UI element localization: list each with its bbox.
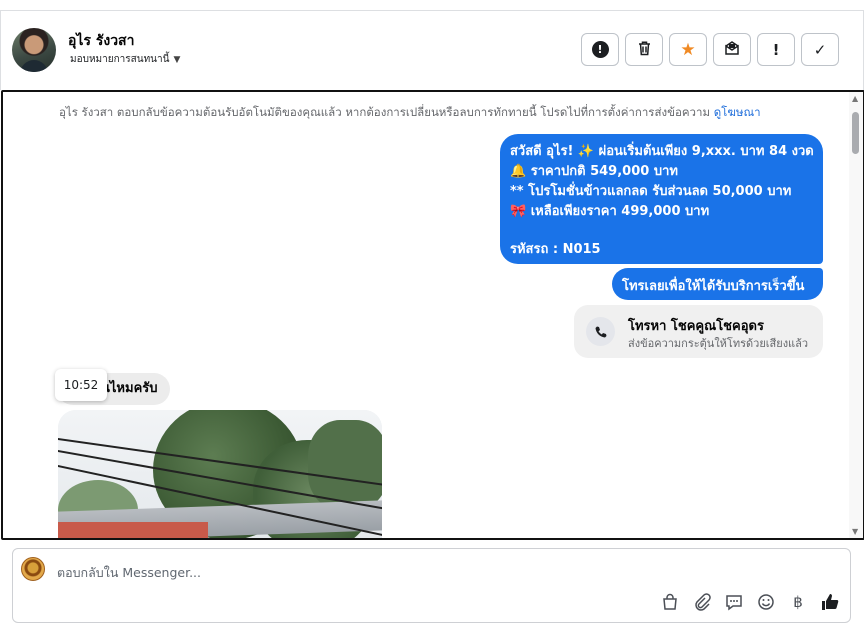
saved-reply-icon[interactable] [724, 592, 744, 612]
scrollbar-thumb[interactable] [852, 112, 859, 154]
message-line: 🎀 เหลือเพียงราคา 499,000 บาท [510, 204, 710, 219]
page-avatar [21, 557, 45, 581]
composer-actions: ฿ [660, 592, 840, 612]
mark-spam-button[interactable]: ! [581, 33, 619, 66]
follow-up-button[interactable]: ! [757, 33, 795, 66]
message-line-blank [510, 222, 813, 240]
thread-scrollbar[interactable]: ▲ ▼ [849, 92, 863, 538]
contact-name[interactable]: อุไร รังวสา [68, 30, 134, 52]
call-card-title: โทรหา โชคคูณโชคอุดร [628, 319, 764, 334]
outgoing-message-bubble[interactable]: สวัสดี อุไร! ✨ ผ่อนเริ่มต้นเพียง 9,xxx. … [500, 134, 823, 264]
call-card-subtitle: ส่งข้อความกระตุ้นให้โทรด้วยเสียงแล้ว [628, 337, 809, 350]
emoji-icon[interactable] [756, 592, 776, 612]
message-line: 🔔 ราคาปกติ 549,000 บาท [510, 164, 678, 179]
baht-icon[interactable]: ฿ [788, 592, 808, 612]
assign-label: มอบหมายการสนทนานี้ [70, 54, 170, 65]
mail-icon [724, 40, 740, 60]
thumbs-up-icon[interactable] [820, 592, 840, 612]
mark-done-button[interactable]: ✓ [801, 33, 839, 66]
notice-text: อุไร รังวสา ตอบกลับข้อความต้อนรับอัตโนมั… [59, 105, 711, 119]
mark-unread-button[interactable] [713, 33, 751, 66]
call-cta-bubble[interactable]: โทรเลยเพื่อให้ได้รับบริการเร็วขึ้น [612, 268, 823, 300]
incoming-photo[interactable] [58, 410, 382, 538]
reply-composer: ฿ [12, 548, 851, 623]
call-business-card[interactable]: โทรหา โชคคูณโชคอุดร ส่งข้อความกระตุ้นให้… [574, 305, 823, 358]
paperclip-icon[interactable] [692, 592, 712, 612]
contact-avatar[interactable] [12, 28, 56, 72]
star-icon: ★ [680, 39, 696, 60]
conversation-toolbar: ! ★ ! ✓ [581, 33, 839, 66]
assign-conversation-dropdown[interactable]: มอบหมายการสนทนานี้ ▼ [70, 52, 180, 67]
exclamation-icon: ! [772, 40, 780, 59]
message-line: รหัสรถ : N015 [510, 242, 601, 257]
message-line: สวัสดี อุไร! ✨ ผ่อนเริ่มต้นเพียง 9,xxx. … [510, 144, 814, 159]
auto-reply-notice: อุไร รังวสา ตอบกลับข้อความต้อนรับอัตโนมั… [59, 104, 761, 122]
trash-icon [637, 40, 652, 60]
delete-button[interactable] [625, 33, 663, 66]
phone-icon [586, 317, 615, 346]
reply-input[interactable] [57, 562, 757, 582]
timestamp-tooltip: 10:52 [55, 369, 107, 401]
view-ad-link[interactable]: ดูโฆษณา [714, 105, 761, 119]
frame-top-border [0, 10, 864, 11]
shopping-bag-icon[interactable] [660, 592, 680, 612]
frame-left-border [0, 10, 1, 90]
scroll-down-icon[interactable]: ▼ [852, 527, 858, 536]
caret-down-icon: ▼ [173, 54, 181, 65]
message-thread[interactable]: อุไร รังวสา ตอบกลับข้อความต้อนรับอัตโนมั… [1, 90, 864, 540]
star-button[interactable]: ★ [669, 33, 707, 66]
alert-circle-icon: ! [591, 41, 609, 58]
scroll-up-icon[interactable]: ▲ [852, 94, 858, 103]
message-line: ** โปรโมชั่นข้าวแลกลด รับส่วนลด 50,000 บ… [510, 184, 792, 199]
checkmark-icon: ✓ [813, 40, 827, 59]
